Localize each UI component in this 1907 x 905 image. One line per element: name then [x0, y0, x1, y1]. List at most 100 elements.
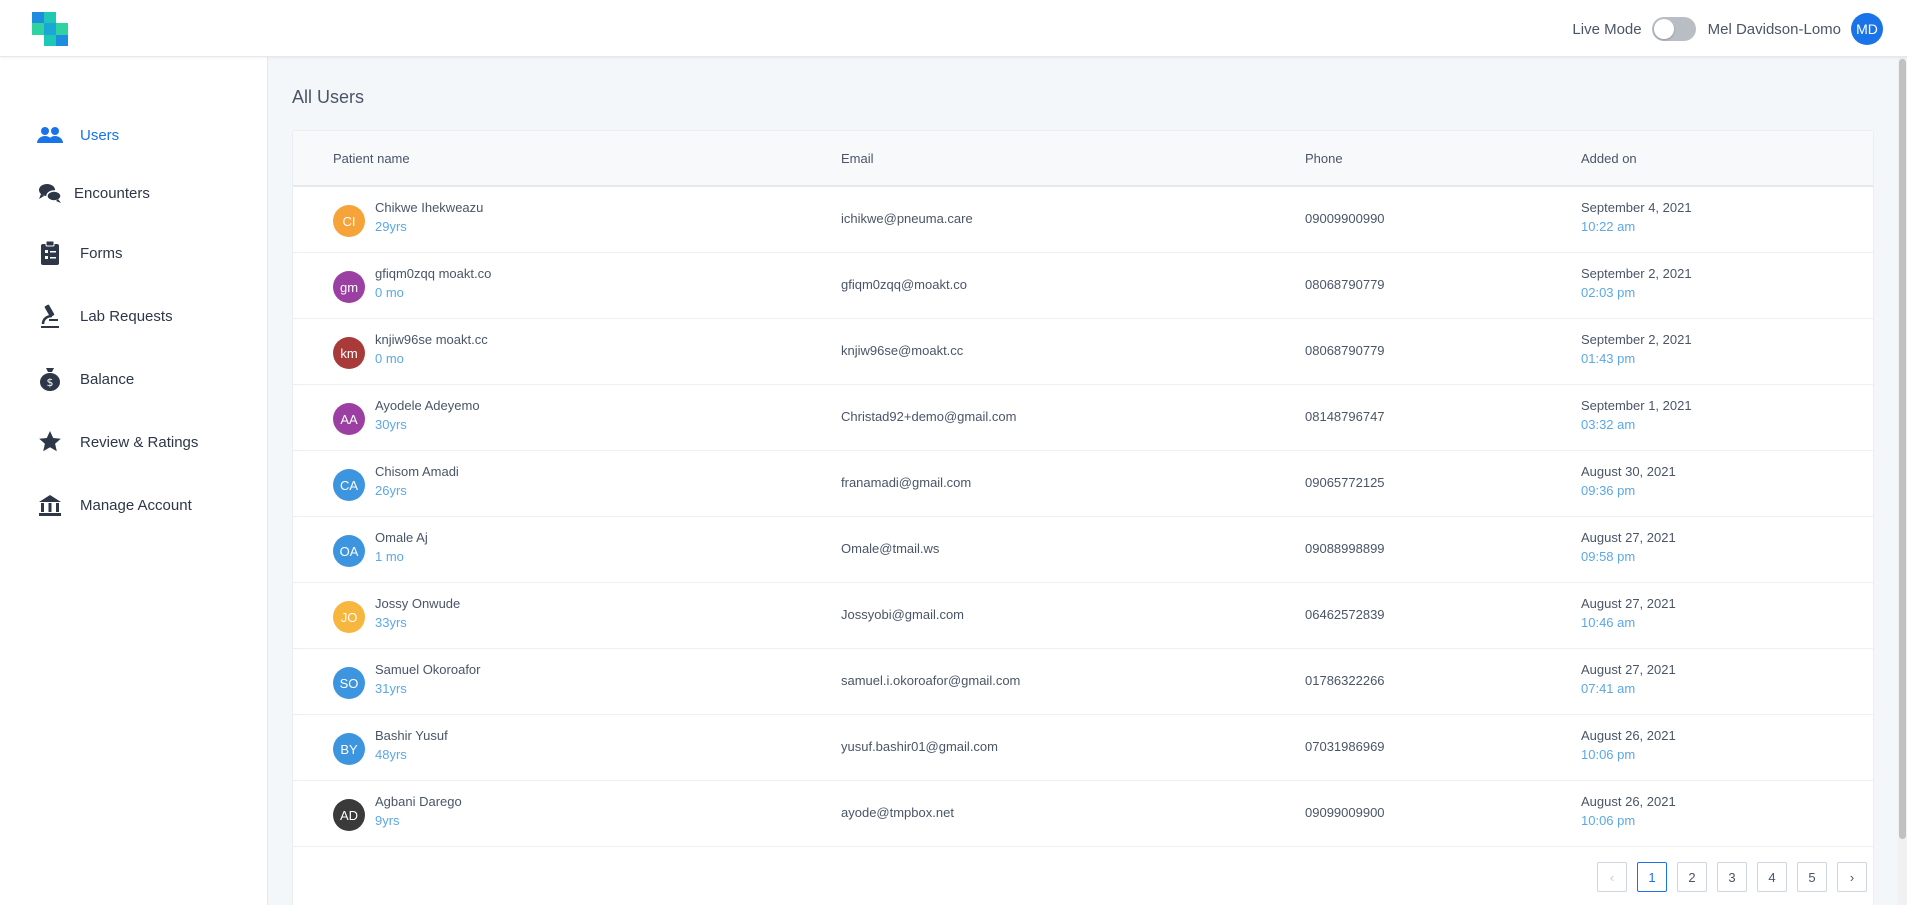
patient-name[interactable]: Jossy Onwude	[375, 596, 460, 611]
money-bag-icon: $	[36, 365, 64, 393]
sidebar-item-balance[interactable]: $ Balance	[36, 365, 134, 393]
patient-age: 33yrs	[375, 615, 407, 630]
patient-name[interactable]: Samuel Okoroafor	[375, 662, 481, 677]
sidebar-item-label: Review & Ratings	[80, 433, 199, 451]
patient-name[interactable]: Omale Aj	[375, 530, 428, 545]
main-content: All Users Patient name Email Phone Added…	[268, 57, 1907, 905]
live-mode-toggle[interactable]	[1651, 17, 1696, 41]
patient-name[interactable]: knjiw96se moakt.cc	[375, 332, 488, 347]
added-date: August 26, 2021	[1581, 728, 1676, 743]
table-row[interactable]: CI Chikwe Ihekweazu 29yrs ichikwe@pneuma.ca…	[293, 187, 1873, 253]
patient-avatar: km	[333, 337, 365, 369]
added-time: 07:41 am	[1581, 681, 1636, 696]
sidebar-item-review-ratings[interactable]: Review & Ratings	[36, 428, 198, 456]
patient-email: ayode@tmpbox.net	[841, 805, 954, 820]
sidebar-item-lab-requests[interactable]: Lab Requests	[36, 302, 173, 330]
patient-email: Jossyobi@gmail.com	[841, 607, 965, 622]
added-date: September 1, 2021	[1581, 398, 1692, 413]
page-title: All Users	[292, 87, 365, 107]
patient-phone: 01786322266	[1305, 673, 1385, 688]
patient-email: samuel.i.okoroafor@gmail.com	[841, 673, 1021, 688]
patient-age: 9yrs	[375, 813, 400, 828]
page-button-3[interactable]: 3	[1717, 862, 1747, 892]
patient-name[interactable]: gfiqm0zqq moakt.co	[375, 266, 491, 281]
page-scrollbar[interactable]	[1898, 57, 1907, 905]
table-row[interactable]: AA Ayodele Adeyemo 30yrs Christad92+demo@gm…	[293, 385, 1873, 451]
live-mode-label: Live Mode	[1572, 20, 1642, 38]
top-bar: Live Mode Mel Davidson-Lomo MD	[0, 0, 1907, 57]
pagination: ‹ 1 2 3 4 5 ›	[1587, 862, 1867, 892]
scrollbar-thumb[interactable]	[1899, 59, 1906, 839]
table-row[interactable]: AD Agbani Darego 9yrs ayode@tmpbox.net 09099…	[293, 781, 1873, 847]
sidebar-item-users[interactable]: Users	[36, 121, 119, 149]
table-row[interactable]: JO Jossy Onwude 33yrs Jossyobi@gmail.com 064…	[293, 583, 1873, 649]
sidebar-item-label: Manage Account	[80, 496, 192, 514]
table-row[interactable]: SO Samuel Okoroafor 31yrs samuel.i.okoroafo…	[293, 649, 1873, 715]
patient-age: 0 mo	[375, 351, 404, 366]
sidebar-item-encounters[interactable]: Encounters	[36, 179, 150, 207]
sidebar-item-label: Users	[80, 126, 120, 144]
app-logo[interactable]	[32, 12, 68, 46]
added-time: 09:58 pm	[1581, 549, 1636, 564]
patient-email: knjiw96se@moakt.cc	[841, 343, 964, 358]
table-header: Patient name Email Phone Added on	[293, 131, 1873, 187]
patient-email: Omale@tmail.ws	[841, 541, 940, 556]
table-row[interactable]: CA Chisom Amadi 26yrs franamadi@gmail.com 09…	[293, 451, 1873, 517]
added-time: 09:36 pm	[1581, 483, 1636, 498]
patient-phone: 06462572839	[1305, 607, 1385, 622]
added-time: 03:32 am	[1581, 417, 1636, 432]
clipboard-icon	[36, 239, 64, 267]
sidebar-item-manage-account[interactable]: Manage Account	[36, 491, 192, 519]
microscope-icon	[36, 302, 64, 330]
patient-phone: 09065772125	[1305, 475, 1385, 490]
page-button-2[interactable]: 2	[1677, 862, 1707, 892]
patient-phone: 08148796747	[1305, 409, 1385, 424]
added-date: August 26, 2021	[1581, 794, 1676, 809]
column-header-patient-name[interactable]: Patient name	[333, 151, 410, 166]
toggle-knob	[1653, 19, 1674, 39]
patient-avatar: gm	[333, 271, 365, 303]
patient-phone: 09088998899	[1305, 541, 1385, 556]
patient-name[interactable]: Chisom Amadi	[375, 464, 459, 479]
sidebar-item-label: Encounters	[74, 184, 150, 202]
users-icon	[36, 121, 64, 149]
patient-name[interactable]: Bashir Yusuf	[375, 728, 448, 743]
prev-page-button[interactable]: ‹	[1597, 862, 1627, 892]
patient-phone: 08068790779	[1305, 277, 1385, 292]
patient-avatar: BY	[333, 733, 365, 765]
patient-email: gfiqm0zqq@moakt.co	[841, 277, 967, 292]
page-button-4[interactable]: 4	[1757, 862, 1787, 892]
patient-phone: 08068790779	[1305, 343, 1385, 358]
table-row[interactable]: BY Bashir Yusuf 48yrs yusuf.bashir01@gmail.…	[293, 715, 1873, 781]
patient-name[interactable]: Chikwe Ihekweazu	[375, 200, 483, 215]
patient-age: 26yrs	[375, 483, 407, 498]
sidebar-item-forms[interactable]: Forms	[36, 239, 123, 267]
user-name[interactable]: Mel Davidson-Lomo	[1708, 21, 1841, 38]
patient-avatar: OA	[333, 535, 365, 567]
patient-age: 48yrs	[375, 747, 407, 762]
patient-phone: 09099009900	[1305, 805, 1385, 820]
patient-name[interactable]: Agbani Darego	[375, 794, 462, 809]
page-button-1[interactable]: 1	[1637, 862, 1667, 892]
patient-avatar: SO	[333, 667, 365, 699]
added-date: August 30, 2021	[1581, 464, 1676, 479]
patient-age: 1 mo	[375, 549, 404, 564]
table-row[interactable]: OA Omale Aj 1 mo Omale@tmail.ws 09088998899 A…	[293, 517, 1873, 583]
patient-name[interactable]: Ayodele Adeyemo	[375, 398, 480, 413]
patient-avatar: JO	[333, 601, 365, 633]
user-avatar[interactable]: MD	[1851, 13, 1883, 45]
column-header-phone[interactable]: Phone	[1305, 151, 1343, 166]
added-date: September 4, 2021	[1581, 200, 1692, 215]
sidebar-item-label: Balance	[80, 370, 135, 388]
patient-age: 30yrs	[375, 417, 407, 432]
column-header-added-on[interactable]: Added on	[1581, 151, 1637, 166]
added-time: 10:06 pm	[1581, 813, 1636, 828]
patient-age: 0 mo	[375, 285, 404, 300]
patient-avatar: CI	[333, 205, 365, 237]
page-button-5[interactable]: 5	[1797, 862, 1827, 892]
table-row[interactable]: gm gfiqm0zqq moakt.co 0 mo gfiqm0zqq@moakt.…	[293, 253, 1873, 319]
next-page-button[interactable]: ›	[1837, 862, 1867, 892]
column-header-email[interactable]: Email	[841, 151, 874, 166]
sidebar-item-label: Lab Requests	[80, 307, 173, 325]
table-row[interactable]: km knjiw96se moakt.cc 0 mo knjiw96se@moakt.…	[293, 319, 1873, 385]
